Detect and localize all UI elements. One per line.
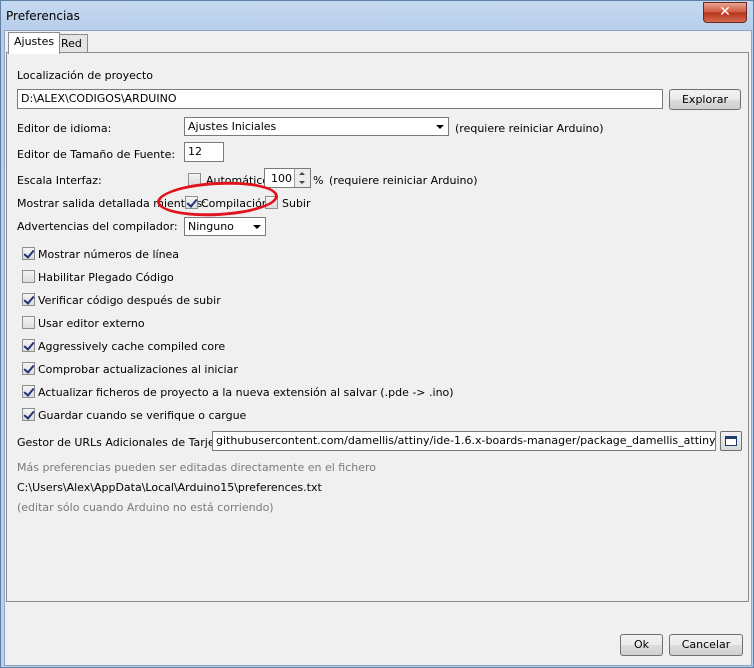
option-label: Usar editor externo: [38, 317, 145, 330]
option-checkbox[interactable]: [22, 293, 35, 306]
option-label: Aggressively cache compiled core: [38, 340, 226, 353]
option-checkbox[interactable]: [22, 408, 35, 421]
option-checkbox[interactable]: [22, 316, 35, 329]
font-size-label: Editor de Tamaño de Fuente:: [17, 148, 176, 161]
font-size-field[interactable]: 12: [184, 142, 224, 162]
warnings-select[interactable]: Ninguno: [184, 217, 266, 236]
edit-note-text: (editar sólo cuando Arduino no está corr…: [17, 501, 274, 514]
language-selected: Ajustes Iniciales: [188, 120, 277, 133]
scale-auto-checkbox[interactable]: [188, 173, 201, 186]
preferences-window: Preferencias ✕ Ajustes Red Localización …: [0, 0, 754, 668]
option-label: Verificar código después de subir: [38, 294, 221, 307]
scale-label: Escala Interfaz:: [17, 174, 102, 187]
language-note: (requiere reiniciar Arduino): [455, 122, 604, 135]
sketchbook-label: Localización de proyecto: [17, 69, 153, 82]
scale-auto-label: Automático: [206, 174, 270, 187]
settings-panel: Localización de proyecto D:\ALEX\CODIGOS…: [6, 52, 749, 602]
option-label: Habilitar Plegado Código: [38, 271, 174, 284]
browse-button[interactable]: Explorar: [669, 89, 741, 110]
scale-unit: %: [313, 174, 324, 187]
option-checkbox[interactable]: [22, 339, 35, 352]
tab-ajustes[interactable]: Ajustes: [8, 32, 61, 54]
verbose-compile-checkbox[interactable]: [185, 196, 198, 209]
option-label: Comprobar actualizaciones al iniciar: [38, 363, 238, 376]
cancel-button[interactable]: Cancelar: [669, 634, 743, 656]
warnings-label: Advertencias del compilador:: [17, 220, 178, 233]
language-select[interactable]: Ajustes Iniciales: [184, 117, 449, 136]
option-checkbox[interactable]: [22, 385, 35, 398]
verbose-compile-label: Compilación: [201, 197, 269, 210]
dialog-client-area: Ajustes Red Localización de proyecto D:\…: [4, 30, 752, 666]
window-icon[interactable]: [720, 431, 742, 451]
ok-button[interactable]: Ok: [620, 634, 663, 656]
spin-down-icon[interactable]: [294, 178, 310, 187]
option-checkbox[interactable]: [22, 247, 35, 260]
warnings-selected: Ninguno: [188, 220, 234, 233]
chevron-down-icon: [253, 225, 261, 229]
option-checkbox[interactable]: [22, 270, 35, 283]
window-title: Preferencias: [6, 9, 80, 23]
verbose-upload-checkbox[interactable]: [265, 196, 278, 209]
board-urls-label: Gestor de URLs Adicionales de Tarjetas:: [17, 436, 236, 449]
title-bar[interactable]: Preferencias ✕: [1, 1, 753, 31]
scale-note: (requiere reiniciar Arduino): [329, 174, 478, 187]
option-label: Guardar cuando se verifique o cargue: [38, 409, 247, 422]
sketchbook-path-field[interactable]: D:\ALEX\CODIGOS\ARDUINO: [17, 89, 663, 109]
verbose-label: Mostrar salida detallada mientras:: [17, 197, 206, 210]
spin-up-icon[interactable]: [294, 169, 310, 178]
chevron-down-icon: [436, 125, 444, 129]
verbose-upload-label: Subir: [282, 197, 311, 210]
board-urls-field[interactable]: githubusercontent.com/damellis/attiny/id…: [212, 431, 716, 451]
scale-value: 100: [271, 172, 292, 185]
scale-spinner[interactable]: 100: [264, 168, 311, 188]
language-label: Editor de idioma:: [17, 122, 112, 135]
option-label: Actualizar ficheros de proyecto a la nue…: [38, 386, 454, 399]
option-label: Mostrar números de línea: [38, 248, 180, 261]
close-button[interactable]: ✕: [703, 2, 747, 23]
more-prefs-text: Más preferencias pueden ser editadas dir…: [17, 461, 376, 474]
option-checkbox[interactable]: [22, 362, 35, 375]
prefs-path-text: C:\Users\Alex\AppData\Local\Arduino15\pr…: [17, 481, 322, 494]
